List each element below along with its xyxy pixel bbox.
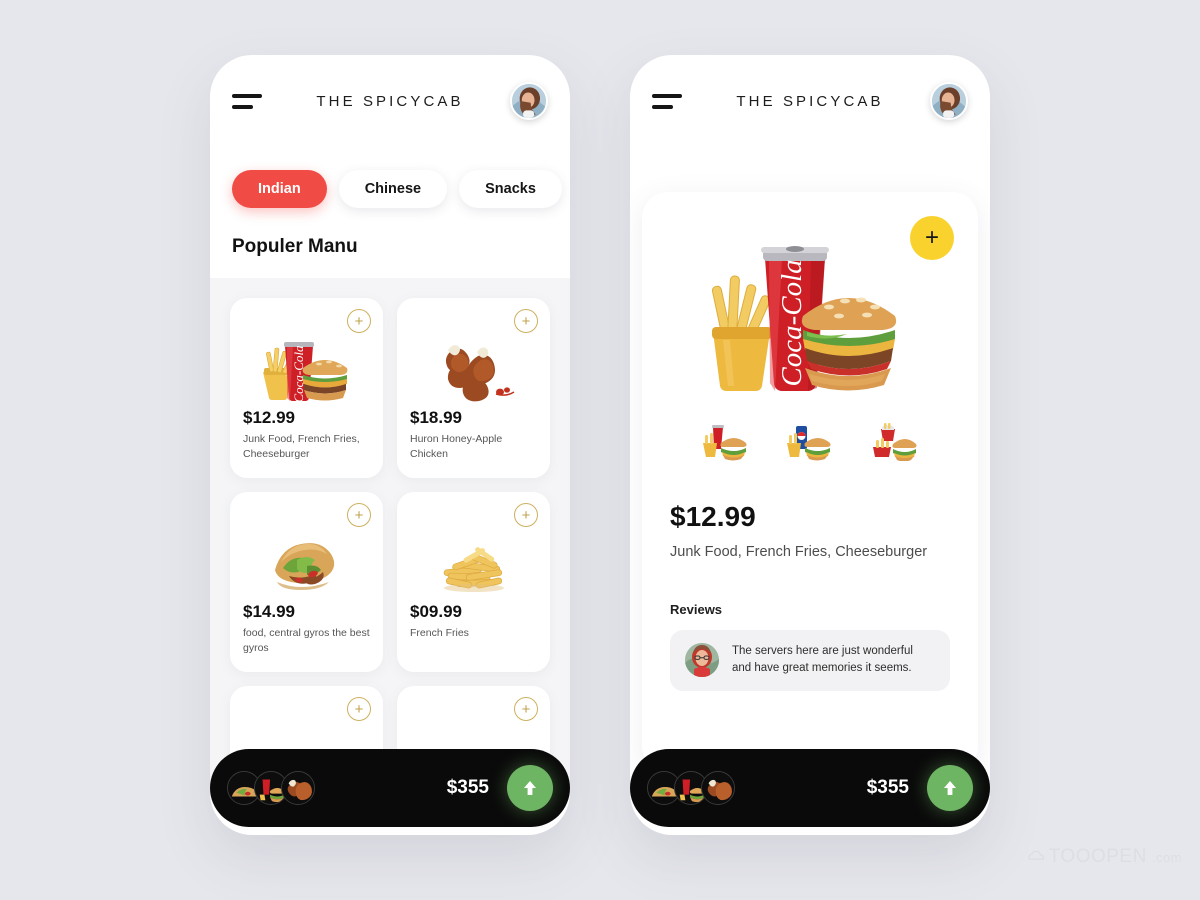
redbox-combo-icon bbox=[873, 423, 917, 461]
food-card[interactable]: + bbox=[230, 298, 383, 478]
arrow-up-icon bbox=[944, 781, 956, 795]
detail-price: $12.99 bbox=[670, 501, 756, 532]
cart-bar[interactable]: $355 bbox=[630, 749, 990, 827]
avatar[interactable] bbox=[510, 82, 548, 120]
cart-thumbnails bbox=[227, 771, 315, 805]
user-avatar-icon bbox=[932, 84, 966, 118]
plus-icon[interactable]: + bbox=[347, 309, 371, 333]
food-price: $14.99 bbox=[243, 602, 295, 621]
cola-burger-fries-large-icon: Coca-Cola bbox=[711, 245, 896, 391]
cart-checkout-button[interactable] bbox=[507, 765, 553, 811]
avatar[interactable] bbox=[930, 82, 968, 120]
svg-text:Coca-Cola: Coca-Cola bbox=[291, 345, 306, 403]
detail-hero-image: Coca-Cola bbox=[670, 220, 950, 415]
pepsi-combo-icon bbox=[787, 426, 831, 461]
cart-checkout-button[interactable] bbox=[927, 765, 973, 811]
menu-grid: + Coca-Cola $12.99 Junk Food, French Fri… bbox=[210, 298, 570, 798]
food-description: French Fries bbox=[410, 627, 469, 639]
category-tabs: Indian Chinese Snacks bbox=[210, 147, 570, 208]
hamburger-icon[interactable] bbox=[232, 93, 262, 109]
chicken-thumb-icon bbox=[702, 772, 734, 804]
food-card[interactable]: + bbox=[397, 298, 550, 478]
cart-thumb[interactable] bbox=[701, 771, 735, 805]
cart-total: $355 bbox=[446, 777, 489, 798]
gyros-sandwich-icon bbox=[274, 543, 334, 590]
food-description: Junk Food, French Fries, Cheeseburger bbox=[243, 433, 360, 460]
cart-thumb[interactable] bbox=[281, 771, 315, 805]
reviewer-avatar bbox=[685, 643, 719, 678]
cola-burger-fries-icon: Coca-Cola bbox=[262, 342, 347, 403]
watermark: TOOOPEN .com bbox=[1027, 846, 1182, 868]
arrow-up-icon bbox=[524, 781, 536, 795]
cart-total: $355 bbox=[866, 777, 909, 798]
food-card[interactable]: + bbox=[397, 492, 550, 672]
review-text: The servers here are just wonderful and … bbox=[732, 645, 913, 675]
tab-indian[interactable]: Indian bbox=[232, 170, 327, 208]
food-description: Huron Honey-Apple Chicken bbox=[410, 433, 503, 460]
review-item: The servers here are just wonderful and … bbox=[670, 630, 950, 691]
plus-icon[interactable]: + bbox=[514, 503, 538, 527]
plus-icon[interactable]: + bbox=[514, 697, 538, 721]
phone-detail-screen: THE SPICYCAB + Coca-Cola $12.99 Junk Foo… bbox=[630, 55, 990, 835]
plus-icon[interactable]: + bbox=[514, 309, 538, 333]
watermark-logo-icon bbox=[1028, 850, 1044, 860]
detail-thumbnails bbox=[670, 421, 950, 461]
reviews-label: Reviews bbox=[670, 602, 723, 617]
thumbnail-option[interactable] bbox=[784, 421, 836, 461]
hamburger-icon[interactable] bbox=[652, 93, 682, 109]
thumbnail-option[interactable] bbox=[700, 421, 752, 461]
thumbnail-option[interactable] bbox=[868, 421, 920, 461]
menu-list[interactable]: + Coca-Cola $12.99 Junk Food, French Fri… bbox=[210, 278, 570, 798]
food-price: $12.99 bbox=[243, 408, 295, 427]
section-title: Populer Manu bbox=[232, 236, 358, 257]
chicken-thumb-icon bbox=[282, 772, 314, 804]
detail-sheet: + Coca-Cola $12.99 Junk Food, French Fri… bbox=[642, 192, 978, 772]
food-card[interactable]: + bbox=[230, 492, 383, 672]
french-fries-icon bbox=[443, 547, 504, 592]
watermark-suffix: .com bbox=[1151, 849, 1182, 865]
fried-chicken-icon bbox=[445, 345, 514, 402]
tab-chinese[interactable]: Chinese bbox=[338, 170, 448, 208]
cola-combo-icon bbox=[703, 425, 747, 461]
food-price: $18.99 bbox=[410, 408, 462, 427]
plus-icon[interactable]: + bbox=[347, 697, 371, 721]
reviewer-avatar-icon bbox=[685, 643, 719, 678]
cart-thumbnails bbox=[647, 771, 735, 805]
food-price: $09.99 bbox=[410, 602, 462, 621]
phone-list-screen: THE SPICYCAB Indian Chinese Snacks Popul… bbox=[210, 55, 570, 835]
detail-description: Junk Food, French Fries, Cheeseburger bbox=[670, 544, 928, 560]
cart-bar[interactable]: $355 bbox=[210, 749, 570, 827]
app-header: THE SPICYCAB bbox=[630, 55, 990, 147]
food-description: food, central gyros the best gyros bbox=[243, 627, 370, 654]
tab-snacks[interactable]: Snacks bbox=[459, 170, 562, 208]
app-header: THE SPICYCAB bbox=[210, 55, 570, 147]
user-avatar-icon bbox=[512, 84, 546, 118]
watermark-text: TOOOPEN bbox=[1048, 846, 1147, 867]
plus-icon[interactable]: + bbox=[347, 503, 371, 527]
add-to-cart-button[interactable]: + bbox=[910, 216, 954, 260]
